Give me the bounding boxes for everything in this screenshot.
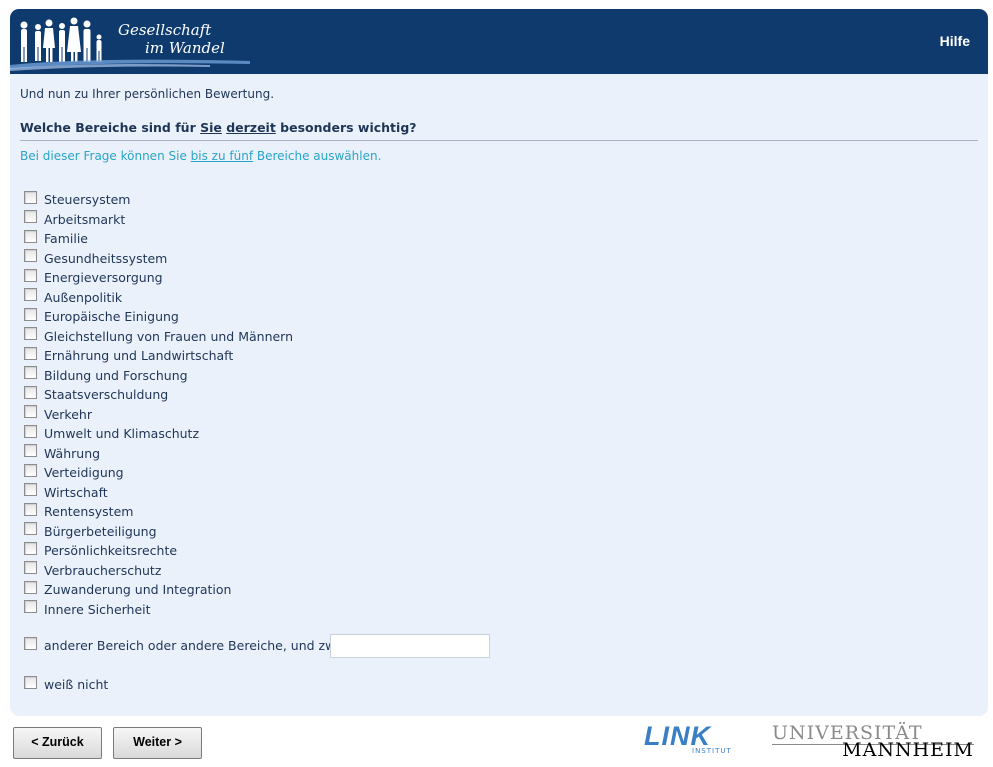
hint-part: Bei dieser Frage können Sie (20, 149, 191, 163)
checkbox[interactable] (24, 561, 37, 574)
option-staatsverschuldung[interactable]: Staatsverschuldung (24, 385, 168, 404)
option-verkehr[interactable]: Verkehr (24, 405, 92, 424)
header-bar: Gesellschaft im Wandel Hilfe (10, 9, 988, 74)
option-label: Ernährung und Landwirtschaft (44, 348, 234, 363)
checkbox[interactable] (24, 268, 37, 282)
logo-swoosh (10, 59, 250, 71)
option-label: anderer Bereich oder andere Bereiche, un… (44, 638, 353, 653)
checkbox[interactable] (24, 522, 37, 535)
back-button[interactable]: < Zurück (13, 727, 102, 759)
option-gesundheitssystem[interactable]: Gesundheitssystem (24, 249, 167, 268)
checkbox[interactable] (24, 463, 37, 477)
option-label: Umwelt und Klimaschutz (44, 426, 200, 441)
hint-emphasis: bis zu fünf (190, 149, 254, 163)
option-buergerbeteiligung[interactable]: Bürgerbeteiligung (24, 522, 157, 541)
help-link[interactable]: Hilfe (940, 33, 970, 49)
option-label: Verkehr (44, 406, 92, 422)
logo-title: Gesellschaft im Wandel (118, 21, 225, 57)
next-button[interactable]: Weiter > (113, 727, 202, 759)
checkbox[interactable] (24, 483, 37, 496)
option-label: Bürgerbeteiligung (44, 523, 157, 539)
checkbox[interactable] (24, 288, 37, 301)
option-verteidigung[interactable]: Verteidigung (24, 463, 124, 482)
option-label: Staatsverschuldung (44, 387, 169, 402)
option-label: Arbeitsmarkt (44, 211, 126, 227)
other-area-input[interactable] (330, 634, 490, 658)
question-part: Welche Bereiche sind für (20, 120, 201, 135)
option-label: Energieversorgung (44, 270, 163, 285)
option-label: Familie (44, 231, 88, 246)
link-logo-subtext: INSTITUT (692, 747, 732, 755)
checkbox[interactable] (24, 327, 37, 340)
question-part: besonders wichtig? (275, 120, 417, 135)
option-zuwanderung[interactable]: Zuwanderung und Integration (24, 580, 231, 599)
checkbox[interactable] (24, 249, 37, 262)
checkbox[interactable] (24, 405, 37, 418)
checkbox[interactable] (24, 307, 37, 321)
option-familie[interactable]: Familie (24, 229, 88, 248)
option-label: Rentensystem (44, 504, 134, 519)
link-institut-logo: LINK INSTITUT (644, 721, 731, 755)
option-wirtschaft[interactable]: Wirtschaft (24, 483, 108, 502)
question-text: Welche Bereiche sind für Sie derzeit bes… (20, 120, 417, 135)
option-bildung[interactable]: Bildung und Forschung (24, 366, 188, 385)
checkbox[interactable] (24, 580, 37, 594)
option-label: Innere Sicherheit (44, 601, 151, 617)
checkbox[interactable] (24, 502, 37, 516)
option-label: Persönlichkeitsrechte (44, 543, 178, 558)
checkbox[interactable] (24, 600, 37, 613)
checkbox[interactable] (24, 541, 37, 555)
option-arbeitsmarkt[interactable]: Arbeitsmarkt (24, 210, 125, 229)
checkbox[interactable] (24, 675, 37, 689)
option-steuersystem[interactable]: Steuersystem (24, 190, 130, 209)
question-emphasis-derzeit: derzeit (226, 120, 276, 135)
option-europaeische-einigung[interactable]: Europäische Einigung (24, 307, 179, 326)
option-label: Gesundheitssystem (44, 250, 168, 266)
checkbox[interactable] (24, 366, 37, 379)
option-label: Bildung und Forschung (44, 367, 188, 383)
option-label: Verbraucherschutz (44, 562, 162, 578)
checkbox[interactable] (24, 636, 37, 650)
option-gleichstellung[interactable]: Gleichstellung von Frauen und Männern (24, 327, 293, 346)
university-mannheim-logo: UNIVERSITÄT MANNHEIM (772, 722, 974, 761)
checkbox[interactable] (24, 190, 37, 204)
option-label: Europäische Einigung (44, 309, 179, 324)
option-aussenpolitik[interactable]: Außenpolitik (24, 288, 122, 307)
option-dont-know[interactable]: weiß nicht (24, 675, 108, 694)
logo-line-1: Gesellschaft (118, 21, 212, 39)
option-label: Wirtschaft (44, 484, 108, 500)
option-label: Zuwanderung und Integration (44, 582, 232, 597)
option-label: weiß nicht (44, 677, 109, 692)
option-label: Währung (44, 445, 101, 461)
option-innere-sicherheit[interactable]: Innere Sicherheit (24, 600, 151, 619)
question-divider (20, 140, 978, 141)
option-label: Steuersystem (44, 192, 131, 207)
logo-line-2: im Wandel (145, 39, 225, 57)
option-energieversorgung[interactable]: Energieversorgung (24, 268, 163, 287)
instruction-hint: Bei dieser Frage können Sie bis zu fünf … (20, 149, 381, 163)
option-label: Gleichstellung von Frauen und Männern (44, 328, 294, 344)
option-label: Außenpolitik (44, 289, 123, 305)
intro-text: Und nun zu Ihrer persönlichen Bewertung. (20, 87, 275, 101)
option-waehrung[interactable]: Währung (24, 444, 100, 463)
checkbox[interactable] (24, 444, 37, 457)
survey-panel: Und nun zu Ihrer persönlichen Bewertung.… (10, 74, 988, 716)
link-logo-text: LINK (644, 721, 711, 751)
option-ernaehrung[interactable]: Ernährung und Landwirtschaft (24, 346, 233, 365)
uni-logo-line-2: MANNHEIM (842, 739, 974, 761)
question-emphasis-sie: Sie (200, 120, 222, 135)
option-persoenlichkeitsrechte[interactable]: Persönlichkeitsrechte (24, 541, 177, 560)
option-umwelt[interactable]: Umwelt und Klimaschutz (24, 424, 199, 443)
option-verbraucherschutz[interactable]: Verbraucherschutz (24, 561, 161, 580)
option-label: Verteidigung (44, 465, 124, 480)
option-other[interactable]: anderer Bereich oder andere Bereiche, un… (24, 636, 352, 655)
checkbox[interactable] (24, 346, 37, 360)
hint-part: Bereiche auswählen. (253, 149, 382, 163)
option-rentensystem[interactable]: Rentensystem (24, 502, 133, 521)
checkbox[interactable] (24, 424, 37, 438)
checkbox[interactable] (24, 210, 37, 223)
checkbox[interactable] (24, 229, 37, 243)
checkbox[interactable] (24, 385, 37, 399)
